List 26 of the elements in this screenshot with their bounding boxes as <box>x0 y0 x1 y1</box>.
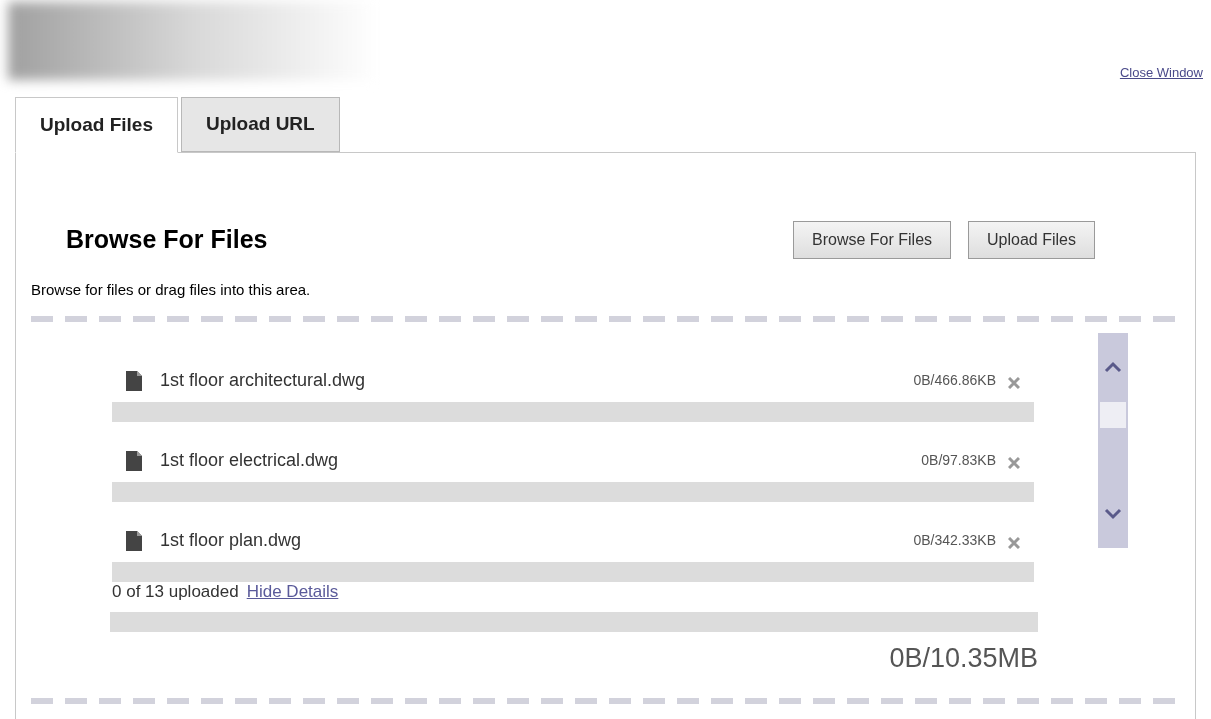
file-icon <box>126 530 142 551</box>
tab[interactable]: Upload URL <box>180 97 340 152</box>
file-name: 1st floor architectural.dwg <box>160 369 366 392</box>
total-size: 0B/10.35MB <box>889 641 1038 675</box>
file-icon <box>126 370 142 391</box>
action-button[interactable]: Upload Files <box>968 221 1095 259</box>
remove-icon[interactable] <box>1008 376 1020 389</box>
scroll-up-icon[interactable] <box>1104 360 1122 373</box>
hide-details-link[interactable]: Hide Details <box>246 578 339 605</box>
scrollbar-thumb[interactable] <box>1100 402 1126 428</box>
file-name: 1st floor electrical.dwg <box>160 449 339 472</box>
close-window-link[interactable]: Close Window <box>1119 62 1203 82</box>
file-icon <box>126 450 142 471</box>
remove-icon[interactable] <box>1008 456 1020 469</box>
file-size: 0B/97.83KB <box>921 451 996 470</box>
file-name: 1st floor plan.dwg <box>160 529 302 552</box>
upload-summary: 0 of 13 uploaded <box>112 580 239 603</box>
file-size: 0B/342.33KB <box>913 531 996 550</box>
scroll-down-icon[interactable] <box>1104 507 1122 520</box>
action-button[interactable]: Browse For Files <box>793 221 952 259</box>
scrollbar[interactable] <box>1098 332 1128 548</box>
drop-hint: Browse for files or drag files into this area. <box>30 280 312 300</box>
remove-icon[interactable] <box>1008 536 1020 549</box>
tab[interactable]: Upload Files <box>15 97 178 153</box>
panel-title: Browse For Files <box>66 224 268 256</box>
file-size: 0B/466.86KB <box>913 371 996 390</box>
